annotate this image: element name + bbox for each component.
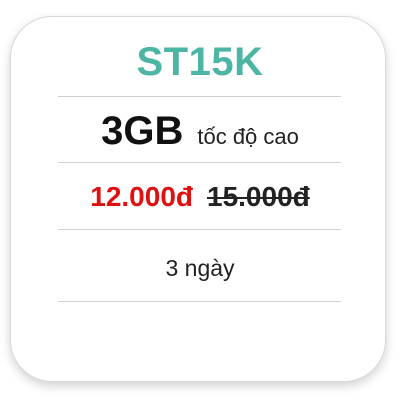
price-current: 12.000đ — [90, 181, 193, 212]
duration-row: 3 ngày — [0, 254, 400, 282]
divider — [58, 229, 341, 230]
data-amount: 3GB — [101, 109, 184, 153]
data-row: 3GB tốc độ cao — [0, 108, 400, 154]
divider — [58, 96, 341, 97]
data-speed-label: tốc độ cao — [197, 124, 299, 149]
price-row: 12.000đ 15.000đ — [0, 180, 400, 214]
duration-label: 3 ngày — [165, 255, 235, 281]
divider — [58, 162, 341, 163]
price-old: 15.000đ — [207, 181, 310, 212]
divider — [58, 301, 341, 302]
plan-name: ST15K — [136, 40, 264, 84]
